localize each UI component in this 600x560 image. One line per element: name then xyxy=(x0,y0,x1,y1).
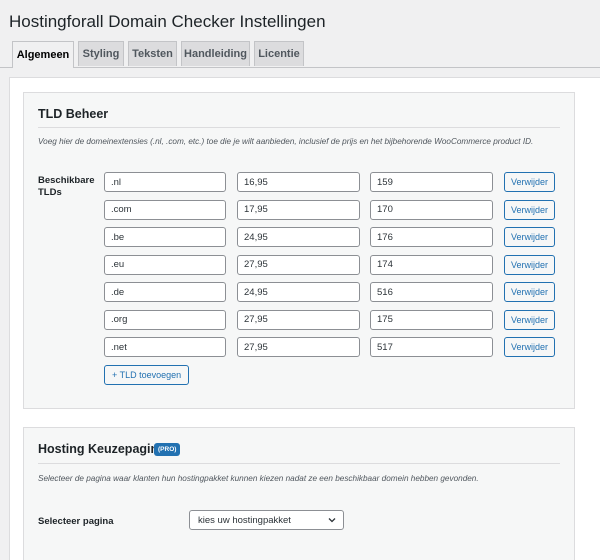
divider xyxy=(38,127,560,128)
product-id-input[interactable]: 175 xyxy=(370,309,493,330)
remove-tld-button[interactable]: Verwijder xyxy=(504,337,555,357)
tld-section-title: TLD Beheer xyxy=(38,107,109,121)
price-input[interactable]: 27,95 xyxy=(237,254,360,275)
product-id-input[interactable]: 174 xyxy=(370,254,493,275)
tld-input[interactable]: .de xyxy=(104,282,226,302)
tld-input[interactable]: .com xyxy=(104,199,226,220)
remove-tld-button[interactable]: Verwijder xyxy=(504,254,555,275)
divider xyxy=(38,463,560,464)
price-input[interactable]: 17,95 xyxy=(237,199,360,220)
hosting-page-card: Hosting Keuzepagina (PRO) Selecteer de p… xyxy=(23,427,575,560)
tld-input[interactable]: .be xyxy=(104,227,226,247)
available-tlds-label: Beschikbare TLDs xyxy=(38,175,95,198)
select-page-label: Selecteer pagina xyxy=(38,516,114,527)
price-input[interactable]: 27,95 xyxy=(237,309,360,330)
add-tld-button[interactable]: + TLD toevoegen xyxy=(104,365,190,385)
tab-bar: Algemeen Styling Teksten Handleiding Lic… xyxy=(0,41,600,68)
product-id-input[interactable]: 176 xyxy=(370,227,493,247)
hosting-section-title: Hosting Keuzepagina xyxy=(38,442,166,456)
tab-algemeen[interactable]: Algemeen xyxy=(12,41,74,68)
tld-input[interactable]: .org xyxy=(104,309,226,330)
tld-input[interactable]: .net xyxy=(104,337,226,357)
remove-tld-button[interactable]: Verwijder xyxy=(504,227,555,247)
remove-tld-button[interactable]: Verwijder xyxy=(504,199,555,220)
tab-teksten[interactable]: Teksten xyxy=(128,41,177,66)
tab-styling[interactable]: Styling xyxy=(78,41,124,66)
chevron-down-icon xyxy=(328,518,336,523)
page-select[interactable]: kies uw hostingpakket xyxy=(189,510,344,530)
price-input[interactable]: 24,95 xyxy=(237,227,360,247)
product-id-input[interactable]: 170 xyxy=(370,199,493,220)
price-input[interactable]: 24,95 xyxy=(237,282,360,302)
tld-input[interactable]: .eu xyxy=(104,254,226,275)
remove-tld-button[interactable]: Verwijder xyxy=(504,309,555,330)
page-title: Hostingforall Domain Checker Instellinge… xyxy=(9,12,326,31)
product-id-input[interactable]: 516 xyxy=(370,282,493,302)
tab-licentie[interactable]: Licentie xyxy=(254,41,304,66)
pro-badge: (PRO) xyxy=(154,443,181,456)
tab-handleiding[interactable]: Handleiding xyxy=(181,41,250,66)
hosting-section-description: Selecteer de pagina waar klanten hun hos… xyxy=(38,474,479,483)
product-id-input[interactable]: 159 xyxy=(370,172,493,192)
price-input[interactable]: 27,95 xyxy=(237,337,360,357)
tld-section-description: Voeg hier de domeinextensies (.nl, .com,… xyxy=(38,137,534,146)
tld-management-card: TLD Beheer Voeg hier de domeinextensies … xyxy=(23,92,575,409)
product-id-input[interactable]: 517 xyxy=(370,337,493,357)
remove-tld-button[interactable]: Verwijder xyxy=(504,282,555,302)
page-select-value: kies uw hostingpakket xyxy=(198,514,291,526)
tld-input[interactable]: .nl xyxy=(104,172,226,192)
remove-tld-button[interactable]: Verwijder xyxy=(504,172,555,192)
price-input[interactable]: 16,95 xyxy=(237,172,360,192)
